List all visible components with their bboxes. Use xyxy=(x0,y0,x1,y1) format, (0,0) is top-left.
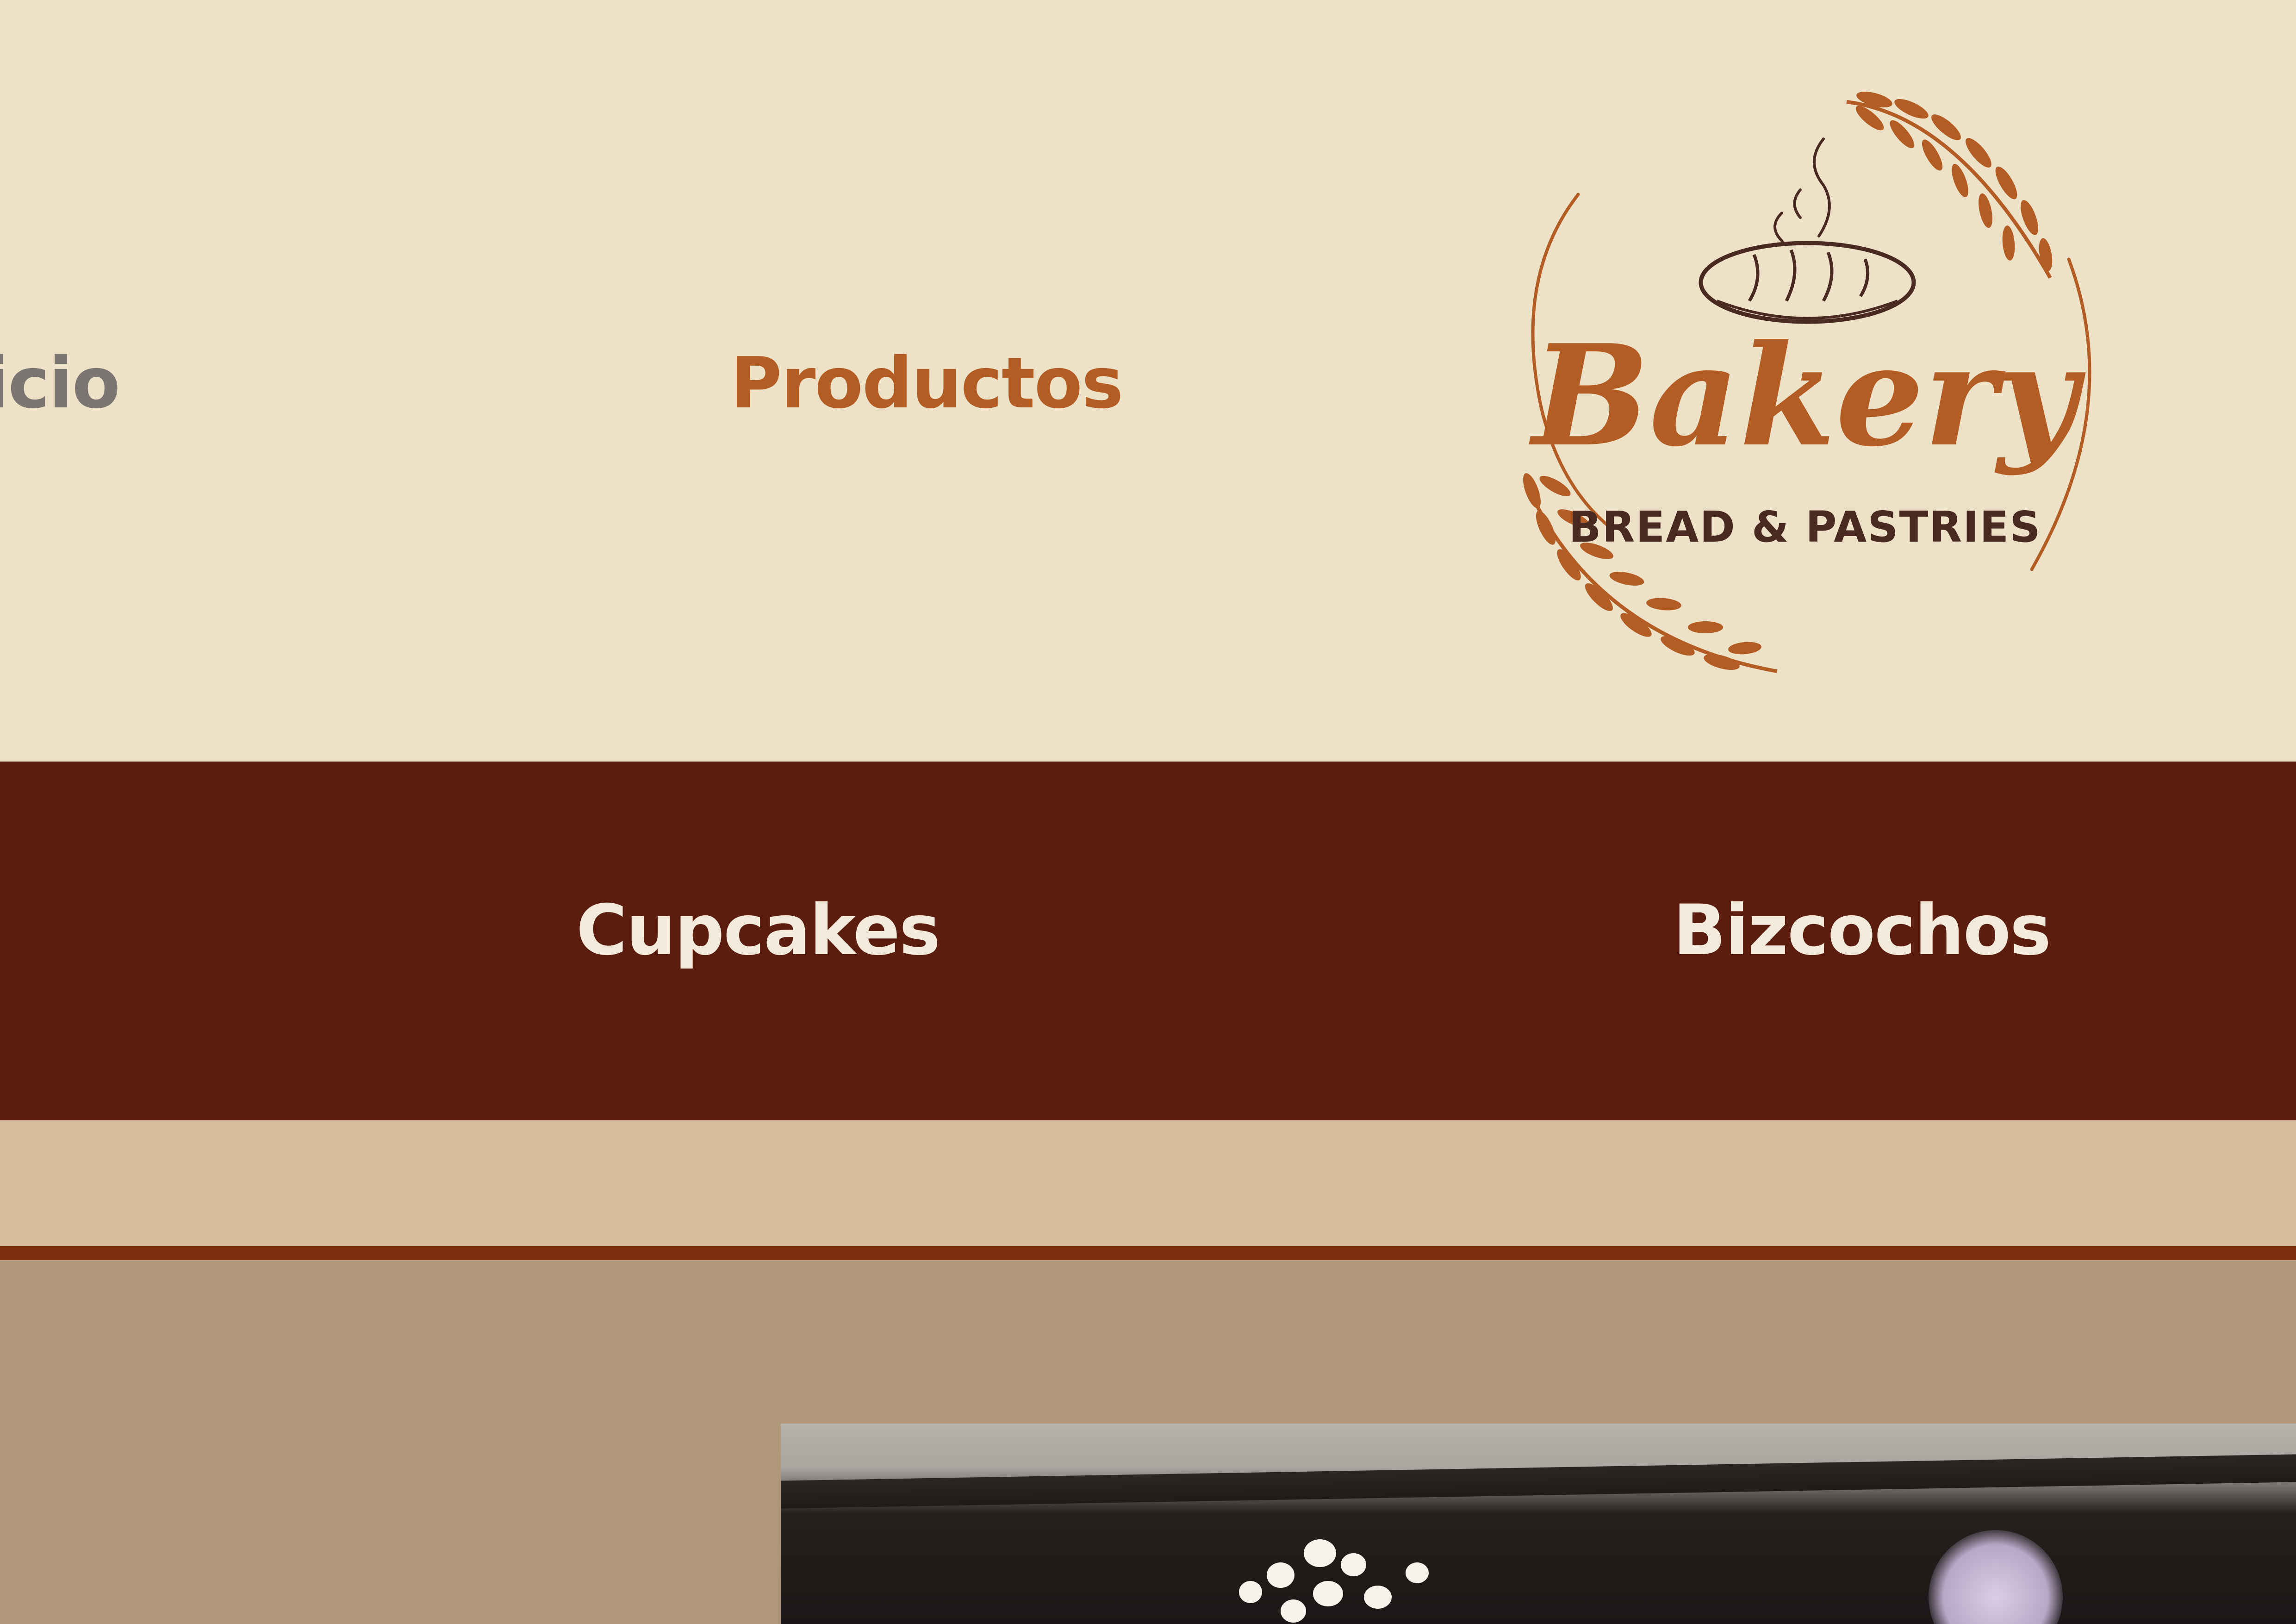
category-link-cupcakes[interactable]: Cupcakes xyxy=(576,896,940,965)
flower-icon xyxy=(1341,1553,1366,1576)
logo-title: Bakery xyxy=(1528,314,2086,477)
blurred-decoration xyxy=(1929,1530,2063,1624)
photo-table-edge xyxy=(781,1454,2296,1509)
flower-icon xyxy=(1267,1562,1294,1588)
bakery-logo[interactable]: Bakery BREAD & PASTRIES xyxy=(1504,83,2106,685)
bread-icon xyxy=(1699,241,1916,324)
divider-line xyxy=(0,1246,2296,1260)
site-header: Inicio Productos xyxy=(0,0,2296,762)
page: Inicio Productos xyxy=(0,0,2296,1624)
flower-icon xyxy=(1304,1539,1336,1567)
product-photo[interactable] xyxy=(781,1424,2296,1624)
wheat-top-right-icon xyxy=(1846,91,2053,279)
flower-icon xyxy=(1239,1581,1262,1603)
wheat-bottom-left-icon xyxy=(1523,473,1778,673)
logo-graphic: Bakery BREAD & PASTRIES xyxy=(1523,91,2091,673)
nav-link-inicio[interactable]: Inicio xyxy=(0,348,120,418)
category-link-bizcochos[interactable]: Bizcochos xyxy=(1673,896,2051,965)
flower-icon xyxy=(1313,1581,1343,1606)
decorative-strip xyxy=(0,1120,2296,1246)
nav-link-productos[interactable]: Productos xyxy=(730,348,1123,418)
flower-icon xyxy=(1364,1586,1392,1609)
flower-icon xyxy=(1406,1562,1429,1583)
logo-subtitle: BREAD & PASTRIES xyxy=(1568,502,2041,552)
flower-icon xyxy=(1281,1599,1306,1623)
